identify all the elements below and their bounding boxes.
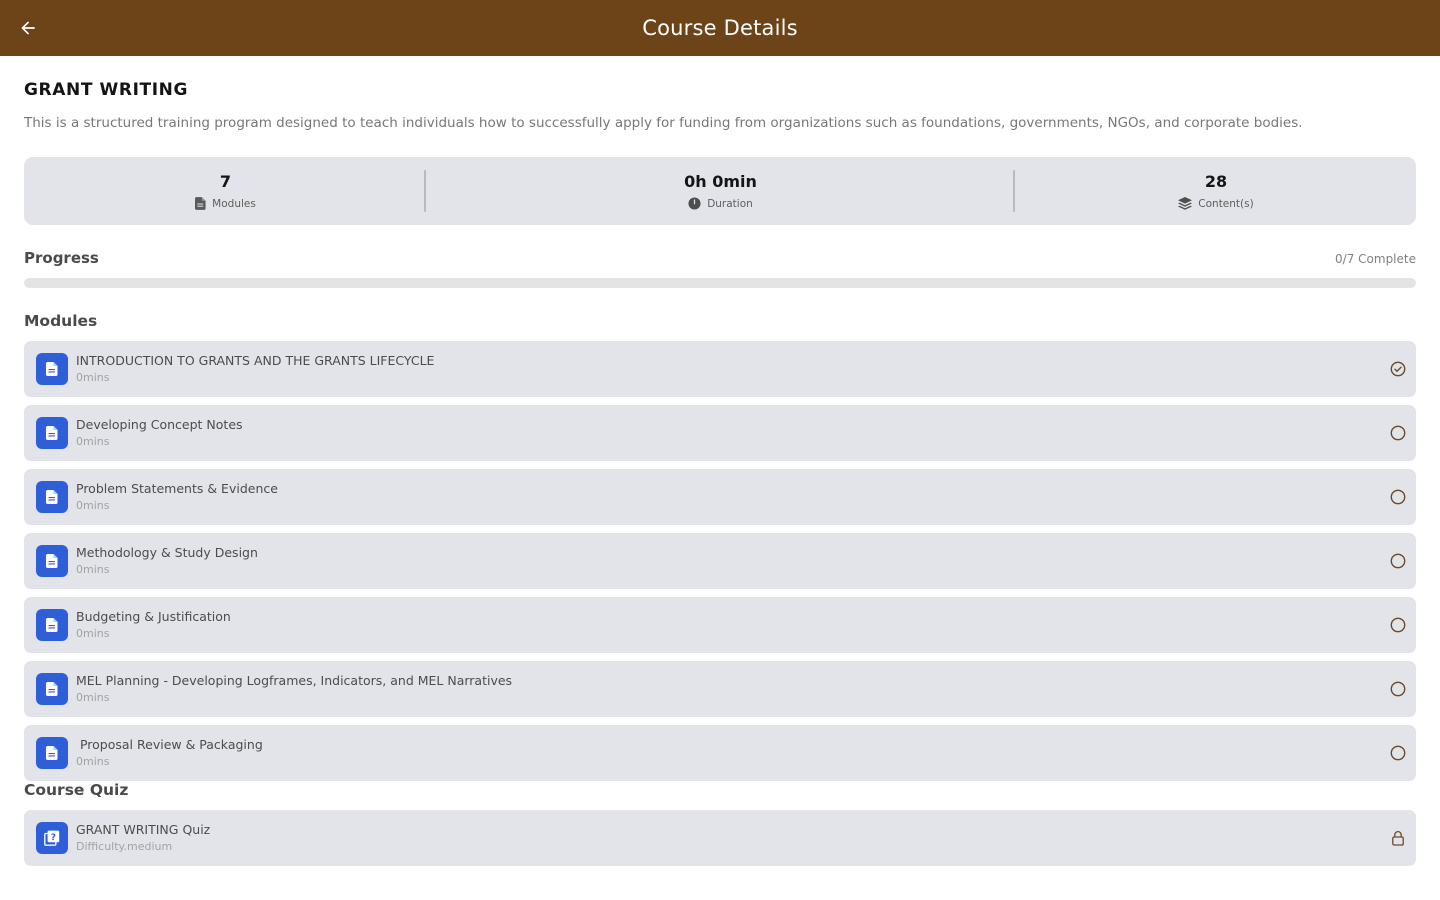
stat-modules-value: 7 [219, 172, 232, 191]
module-title: MEL Planning - Developing Logframes, Ind… [76, 673, 513, 688]
stat-duration-value: 0h 0min [684, 172, 757, 191]
module-title: Budgeting & Justification [76, 609, 231, 624]
module-duration: 0mins [76, 499, 110, 512]
page-title: Course Details [642, 16, 798, 40]
module-title: Methodology & Study Design [76, 545, 258, 560]
layers-icon [1178, 197, 1193, 210]
modules-section-title: Modules [24, 312, 98, 330]
module-icon-tile [36, 673, 68, 705]
module-item[interactable]: Methodology & Study Design 0mins [24, 533, 1416, 589]
module-title: Developing Concept Notes [76, 417, 243, 432]
quiz-icon: ? [44, 830, 60, 846]
progress-text: 0/7 Complete [1335, 252, 1416, 266]
app-bar: Course Details [0, 0, 1440, 56]
progress-bar [24, 278, 1416, 288]
module-item[interactable]: INTRODUCTION TO GRANTS AND THE GRANTS LI… [24, 341, 1416, 397]
lock-icon [1390, 830, 1406, 846]
module-duration: 0mins [76, 371, 110, 384]
module-icon-tile [36, 417, 68, 449]
module-icon-tile [36, 545, 68, 577]
document-icon [46, 426, 58, 440]
empty-circle-icon [1390, 425, 1406, 441]
quiz-icon-tile: ? [36, 822, 68, 854]
back-button[interactable] [14, 14, 42, 42]
stat-duration: 0h 0min Duration [427, 157, 1014, 225]
module-icon-tile [36, 481, 68, 513]
stats-divider [424, 170, 426, 212]
document-icon [46, 554, 58, 568]
module-title: INTRODUCTION TO GRANTS AND THE GRANTS LI… [76, 353, 435, 368]
module-duration: 0mins [76, 435, 110, 448]
module-item[interactable]: MEL Planning - Developing Logframes, Ind… [24, 661, 1416, 717]
quiz-difficulty: Difficulty.medium [76, 840, 173, 853]
empty-circle-icon [1390, 617, 1406, 633]
progress-title: Progress [24, 249, 99, 267]
document-icon [46, 618, 58, 632]
course-stats-card: 7 Modules 0h 0min Duration 28 Content(s) [24, 157, 1416, 225]
arrow-left-icon [21, 21, 35, 35]
module-item[interactable]: Budgeting & Justification 0mins [24, 597, 1416, 653]
empty-circle-icon [1390, 489, 1406, 505]
module-duration: 0mins [76, 691, 110, 704]
quiz-item[interactable]: ? GRANT WRITING Quiz Difficulty.medium [24, 810, 1416, 866]
check-circle-icon [1390, 361, 1406, 377]
module-item[interactable]: Developing Concept Notes 0mins [24, 405, 1416, 461]
course-description: This is a structured training program de… [24, 115, 1303, 131]
module-icon-tile [36, 737, 68, 769]
module-icon-tile [36, 353, 68, 385]
stat-contents: 28 Content(s) [1016, 157, 1416, 225]
module-item[interactable]: Problem Statements & Evidence 0mins [24, 469, 1416, 525]
empty-circle-icon [1390, 553, 1406, 569]
module-title: Proposal Review & Packaging [76, 737, 263, 752]
course-title: GRANT WRITING [24, 80, 189, 100]
module-icon-tile [36, 609, 68, 641]
empty-circle-icon [1390, 745, 1406, 761]
quiz-title: GRANT WRITING Quiz [76, 822, 211, 837]
document-icon [46, 490, 58, 504]
document-icon [46, 362, 58, 376]
module-duration: 0mins [76, 755, 110, 768]
stat-contents-label: Content(s) [1198, 197, 1254, 210]
module-duration: 0mins [76, 627, 110, 640]
stat-modules-label: Modules [212, 197, 256, 210]
clock-icon [688, 197, 701, 210]
module-duration: 0mins [76, 563, 110, 576]
stat-duration-label: Duration [707, 197, 753, 210]
stat-modules: 7 Modules [24, 157, 427, 225]
quiz-section-title: Course Quiz [24, 781, 129, 799]
svg-text:?: ? [51, 833, 56, 843]
stat-contents-value: 28 [1204, 172, 1228, 191]
stats-divider [1013, 170, 1015, 212]
empty-circle-icon [1390, 681, 1406, 697]
module-title: Problem Statements & Evidence [76, 481, 278, 496]
module-item[interactable]: Proposal Review & Packaging 0mins [24, 725, 1416, 781]
document-icon [46, 746, 58, 760]
document-icon [195, 197, 206, 210]
document-icon [46, 682, 58, 696]
